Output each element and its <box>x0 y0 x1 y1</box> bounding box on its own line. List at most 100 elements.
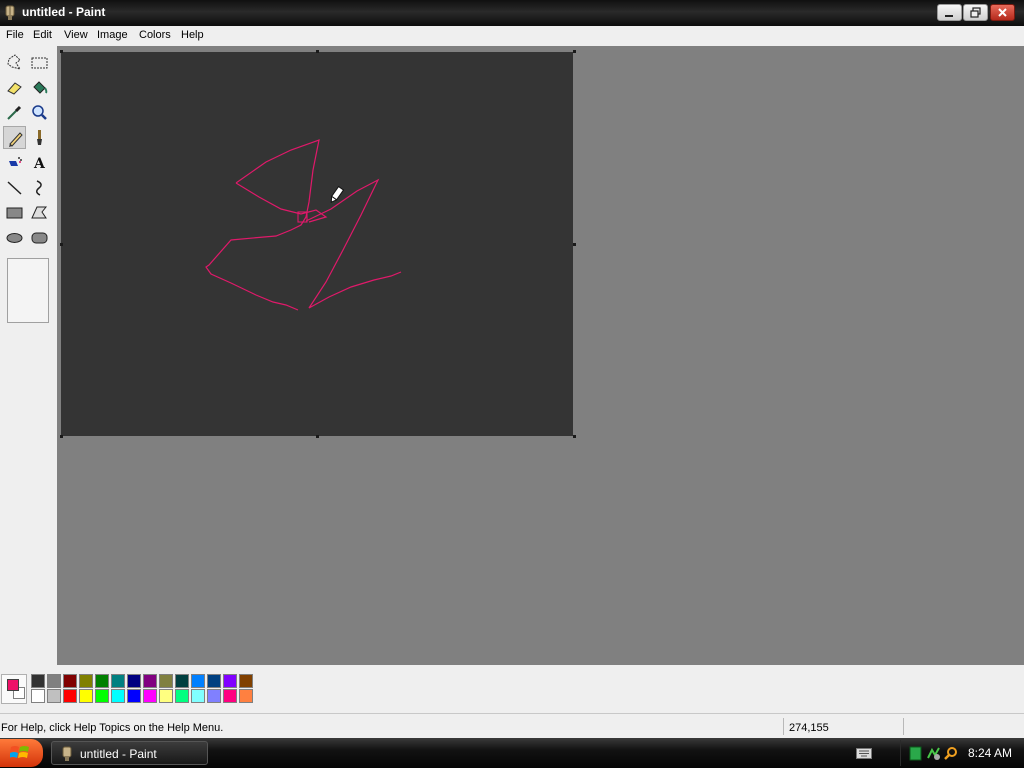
foreground-color <box>7 679 19 691</box>
brush-icon <box>37 130 42 145</box>
taskbar-button-label: untitled - Paint <box>80 747 157 761</box>
canvas-resize-handle[interactable] <box>573 435 576 438</box>
start-button[interactable] <box>0 739 43 767</box>
menu-edit[interactable]: Edit <box>33 29 52 41</box>
restore-icon <box>970 7 981 18</box>
tool-select[interactable] <box>28 51 51 74</box>
tool-eraser[interactable] <box>3 76 26 99</box>
palette-color-swatch[interactable] <box>207 674 221 688</box>
taskbar-clock[interactable]: 8:24 AM <box>968 746 1012 760</box>
status-help-text: For Help, click Help Topics on the Help … <box>1 722 224 734</box>
palette-color-swatch[interactable] <box>79 674 93 688</box>
taskbar-button-paint[interactable]: untitled - Paint <box>51 741 208 765</box>
tool-rectangle[interactable] <box>3 201 26 224</box>
eyedropper-icon <box>7 105 22 120</box>
network-icon[interactable] <box>926 746 941 761</box>
tool-ellipse[interactable] <box>3 226 26 249</box>
canvas-resize-handle <box>573 50 576 53</box>
magnifier-icon <box>32 105 47 120</box>
green-status-icon[interactable] <box>908 746 923 761</box>
minimize-icon <box>945 15 953 17</box>
canvas-resize-handle[interactable] <box>316 435 319 438</box>
canvas-resize-handle <box>316 50 319 53</box>
menu-bar: File Edit View Image Colors Help <box>0 26 1024 46</box>
palette-color-swatch[interactable] <box>223 674 237 688</box>
palette-color-swatch[interactable] <box>159 674 173 688</box>
tool-pick-color[interactable] <box>3 101 26 124</box>
tool-polygon[interactable] <box>28 201 51 224</box>
palette-color-swatch[interactable] <box>207 689 221 703</box>
palette-color-swatch[interactable] <box>79 689 93 703</box>
airbrush-icon <box>9 157 22 166</box>
color-box <box>0 665 1024 713</box>
tool-rounded-rectangle[interactable] <box>28 226 51 249</box>
status-divider <box>903 718 904 735</box>
canvas-resize-handle[interactable] <box>573 243 576 246</box>
palette-color-swatch[interactable] <box>143 689 157 703</box>
palette-color-swatch[interactable] <box>63 674 77 688</box>
canvas-resize-handle <box>60 243 63 246</box>
tool-text[interactable]: A <box>28 151 51 174</box>
current-colors <box>1 674 27 704</box>
palette-color-swatch[interactable] <box>47 674 61 688</box>
menu-colors[interactable]: Colors <box>139 29 171 41</box>
tool-options-panel[interactable] <box>7 258 49 323</box>
curve-icon <box>36 180 42 196</box>
palette-color-swatch[interactable] <box>31 674 45 688</box>
canvas-resize-handle <box>60 435 63 438</box>
tool-pencil[interactable] <box>3 126 26 149</box>
search-icon[interactable] <box>944 746 959 761</box>
menu-help[interactable]: Help <box>181 29 204 41</box>
palette-color-swatch[interactable] <box>111 689 125 703</box>
tray-divider <box>900 740 901 766</box>
status-bar: For Help, click Help Topics on the Help … <box>0 713 1024 738</box>
palette-color-swatch[interactable] <box>47 689 61 703</box>
text-icon: A <box>33 156 46 172</box>
palette-color-swatch[interactable] <box>127 674 141 688</box>
palette-color-swatch[interactable] <box>127 689 141 703</box>
text-tool-glyph: A <box>33 156 46 172</box>
palette-color-swatch[interactable] <box>95 674 109 688</box>
tool-airbrush[interactable] <box>3 151 26 174</box>
palette-color-swatch[interactable] <box>239 689 253 703</box>
palette-color-swatch[interactable] <box>159 689 173 703</box>
tool-magnifier[interactable] <box>28 101 51 124</box>
pencil-stroke <box>235 182 328 223</box>
workspace <box>57 46 1024 665</box>
palette-color-swatch[interactable] <box>143 674 157 688</box>
drawing-canvas[interactable] <box>61 52 573 436</box>
palette-color-swatch[interactable] <box>191 674 205 688</box>
menu-view[interactable]: View <box>64 29 88 41</box>
tool-free-form-select[interactable] <box>3 51 26 74</box>
palette-color-swatch[interactable] <box>31 689 45 703</box>
palette-color-swatch[interactable] <box>239 674 253 688</box>
tool-line[interactable] <box>3 176 26 199</box>
tool-brush[interactable] <box>28 126 51 149</box>
tool-box: A <box>0 46 57 665</box>
minimize-button[interactable] <box>937 4 962 21</box>
free-form-select-icon <box>7 54 22 70</box>
pencil-icon <box>9 132 23 147</box>
ellipse-icon <box>6 233 23 243</box>
window-title: untitled - Paint <box>22 5 106 19</box>
close-button[interactable] <box>990 4 1015 21</box>
tool-fill-with-color[interactable] <box>28 76 51 99</box>
palette-color-swatch[interactable] <box>191 689 205 703</box>
palette-color-swatch[interactable] <box>175 689 189 703</box>
keyboard-icon[interactable] <box>856 748 872 759</box>
palette-color-swatch[interactable] <box>111 674 125 688</box>
palette-color-swatch[interactable] <box>95 689 109 703</box>
palette-color-swatch[interactable] <box>63 689 77 703</box>
palette-color-swatch[interactable] <box>223 689 237 703</box>
tool-curve[interactable] <box>28 176 51 199</box>
restore-button[interactable] <box>963 4 988 21</box>
canvas-resize-handle <box>60 50 63 53</box>
canvas-drawing <box>205 139 402 311</box>
line-icon <box>7 181 22 195</box>
menu-file[interactable]: File <box>6 29 24 41</box>
palette-color-swatch[interactable] <box>175 674 189 688</box>
menu-image[interactable]: Image <box>97 29 128 41</box>
pencil-stroke <box>305 178 402 309</box>
status-divider <box>783 718 784 735</box>
polygon-icon <box>31 206 48 219</box>
